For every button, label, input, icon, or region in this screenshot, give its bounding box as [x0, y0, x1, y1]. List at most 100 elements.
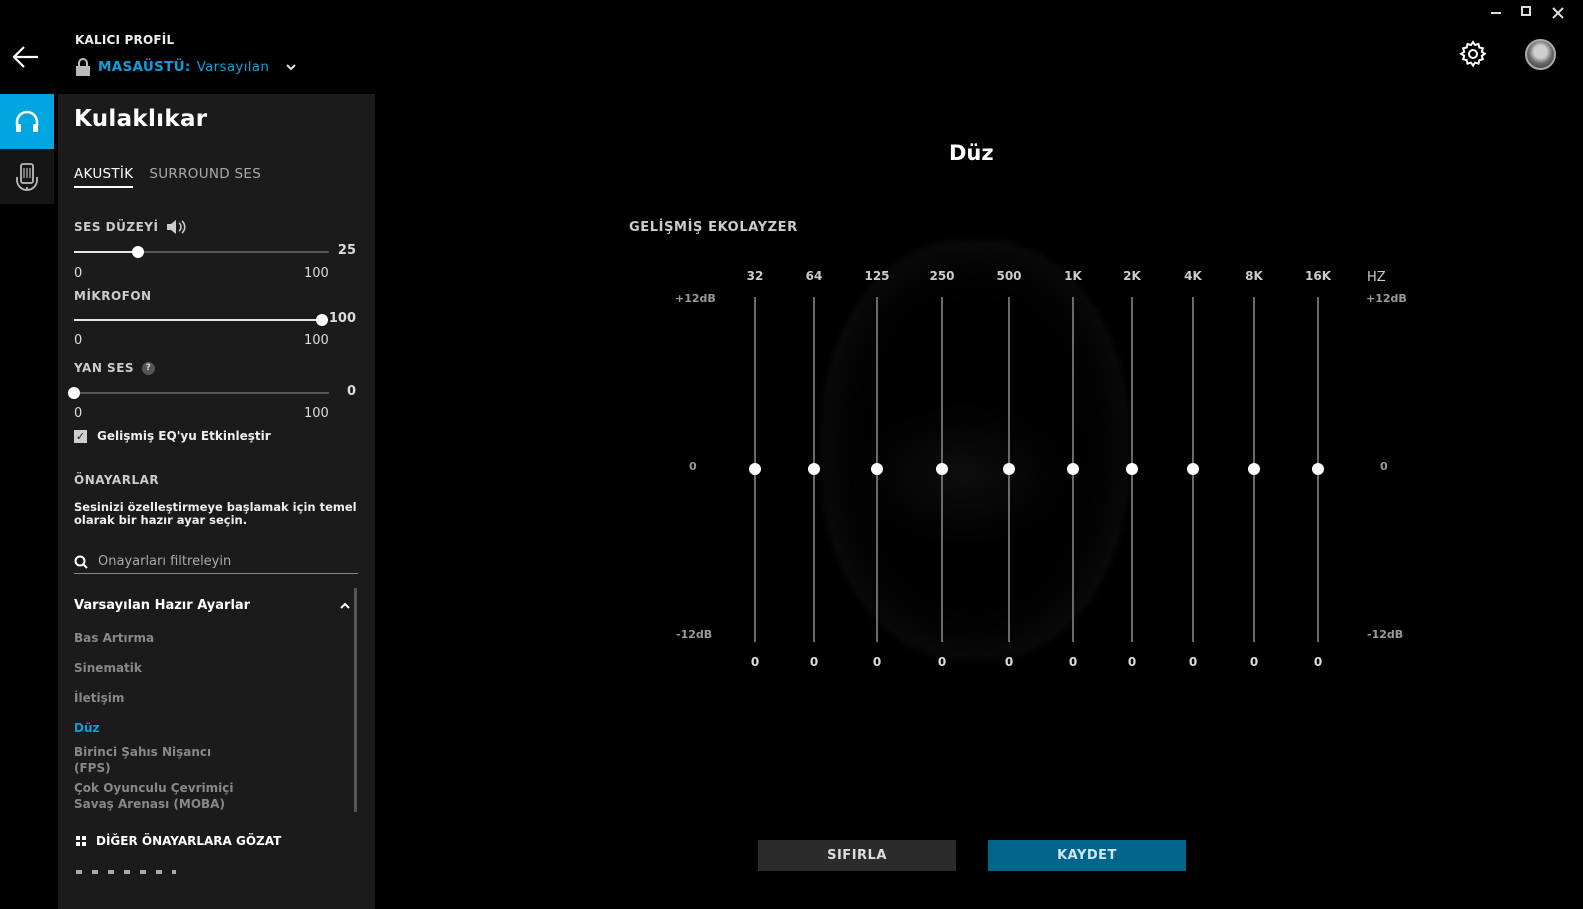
- band-slider-knob[interactable]: [808, 463, 820, 475]
- band-freq-label: 64: [805, 269, 823, 283]
- search-input[interactable]: [98, 554, 338, 569]
- band-freq-label: 8K: [1245, 269, 1263, 283]
- help-icon[interactable]: ?: [142, 361, 156, 375]
- mic-max: 100: [304, 333, 329, 348]
- chevron-up-icon[interactable]: [340, 601, 350, 611]
- band-slider-knob[interactable]: [1126, 463, 1138, 475]
- volume-knob[interactable]: [131, 246, 144, 258]
- band-gain-value: 0: [872, 655, 882, 669]
- window-controls: [1491, 6, 1565, 20]
- sidetone-min: 0: [74, 406, 83, 421]
- preset-item-moba[interactable]: Çok Oyunculu Çevrimiçi Savaş Arenası (MO…: [74, 780, 234, 816]
- advanced-eq-label: Gelişmiş EQ'yu Etkinleştir: [97, 429, 271, 443]
- tab-surround[interactable]: SURROUND SES: [149, 166, 261, 188]
- db-top-right: +12dB: [1366, 292, 1407, 305]
- band-gain-value: 0: [1127, 655, 1137, 669]
- sidetone-label-row: YAN SES ?: [74, 361, 156, 375]
- gear-icon[interactable]: [1459, 40, 1487, 68]
- preset-title: Düz: [949, 141, 994, 165]
- volume-min: 0: [74, 266, 83, 281]
- band-slider-knob[interactable]: [1067, 463, 1079, 475]
- close-icon[interactable]: [1551, 6, 1565, 20]
- sidetone-max: 100: [304, 406, 329, 421]
- band-slider-knob[interactable]: [749, 463, 761, 475]
- grid-icon: [76, 836, 86, 846]
- minimize-icon[interactable]: [1491, 6, 1501, 14]
- band-freq-label: 500: [996, 269, 1022, 283]
- volume-label: SES DÜZEYİ: [74, 220, 159, 234]
- db-mid-right: 0: [1380, 460, 1388, 473]
- profile-selector[interactable]: MASAÜSTÜ: Varsayılan: [74, 58, 297, 76]
- sidetone-value: 0: [346, 384, 356, 399]
- preset-item-communication[interactable]: İletişim: [74, 690, 334, 720]
- headset-watermark-glow: [848, 400, 1078, 550]
- save-button[interactable]: KAYDET: [988, 840, 1186, 871]
- mic-slider[interactable]: [74, 314, 328, 326]
- band-slider-knob[interactable]: [871, 463, 883, 475]
- maximize-icon[interactable]: [1521, 6, 1531, 16]
- band-freq-label: 2K: [1123, 269, 1141, 283]
- speaker-icon[interactable]: [166, 219, 188, 235]
- band-freq-label: 250: [929, 269, 955, 283]
- band-slider-knob[interactable]: [1312, 463, 1324, 475]
- browse-presets-label: DİĞER ÖNAYARLARA GÖZAT: [96, 834, 282, 848]
- db-top-left: +12dB: [675, 292, 716, 305]
- headphones-icon: [15, 110, 39, 132]
- reset-button[interactable]: SIFIRLA: [758, 840, 956, 871]
- band-freq-label: 16K: [1305, 269, 1331, 283]
- band-freq-label: 32: [746, 269, 764, 283]
- chevron-down-icon[interactable]: [285, 61, 297, 73]
- back-arrow-icon[interactable]: [12, 44, 40, 70]
- avatar[interactable]: [1525, 39, 1556, 70]
- band-freq-label: 1K: [1064, 269, 1082, 283]
- mic-knob[interactable]: [316, 314, 328, 326]
- band-gain-value: 0: [809, 655, 819, 669]
- db-bottom-right: -12dB: [1367, 628, 1404, 641]
- sidetone-label: YAN SES: [74, 361, 135, 375]
- preset-group-header[interactable]: Varsayılan Hazır Ayarlar: [74, 598, 350, 613]
- band-freq-label: 4K: [1184, 269, 1202, 283]
- preset-item-flat[interactable]: Düz: [74, 720, 334, 744]
- volume-slider[interactable]: [74, 246, 329, 258]
- preset-search: [74, 550, 358, 574]
- band-gain-value: 0: [1004, 655, 1014, 669]
- volume-value: 25: [337, 243, 356, 258]
- advanced-eq-checkbox[interactable]: ✓: [74, 429, 87, 443]
- sidetone-knob[interactable]: [68, 387, 80, 399]
- mic-value: 100: [328, 311, 356, 326]
- advanced-eq-toggle[interactable]: ✓ Gelişmiş EQ'yu Etkinleştir: [74, 429, 271, 443]
- preset-list: Bas Artırma Sinematik İletişim Düz Birin…: [74, 630, 334, 816]
- mic-label: MİKROFON: [74, 289, 152, 303]
- settings-panel: Kulaklıkar AKUSTİK SURROUND SES SES DÜZE…: [58, 94, 375, 909]
- presets-heading: ÖNAYARLAR: [74, 473, 160, 487]
- mic-fill: [74, 319, 322, 321]
- sidetone-slider[interactable]: [68, 387, 329, 399]
- preset-item-bass-boost[interactable]: Bas Artırma: [74, 630, 334, 660]
- browse-presets-button[interactable]: DİĞER ÖNAYARLARA GÖZAT: [76, 834, 281, 848]
- lock-icon: [74, 58, 92, 76]
- band-freq-label: 125: [864, 269, 890, 283]
- band-slider-knob[interactable]: [1248, 463, 1260, 475]
- nav-headphones[interactable]: [0, 94, 54, 149]
- tab-acoustic[interactable]: AKUSTİK: [74, 166, 134, 188]
- band-slider-knob[interactable]: [1003, 463, 1015, 475]
- cutoff-item: [76, 870, 176, 874]
- search-icon: [74, 555, 88, 569]
- volume-max: 100: [304, 266, 329, 281]
- band-gain-value: 0: [1068, 655, 1078, 669]
- presets-description: Sesinizi özelleştirmeye başlamak için te…: [74, 500, 357, 527]
- mic-min: 0: [74, 333, 83, 348]
- volume-fill: [74, 251, 138, 253]
- band-gain-value: 0: [1249, 655, 1259, 669]
- profile-value: Varsayılan: [196, 59, 270, 75]
- nav-microphone[interactable]: [0, 149, 54, 204]
- preset-item-cinematic[interactable]: Sinematik: [74, 660, 334, 690]
- preset-item-fps[interactable]: Birinci Şahıs Nişancı (FPS): [74, 744, 214, 780]
- volume-label-row: SES DÜZEYİ: [74, 219, 188, 235]
- band-gain-value: 0: [937, 655, 947, 669]
- hz-label: HZ: [1367, 270, 1386, 285]
- band-slider-knob[interactable]: [1187, 463, 1199, 475]
- preset-scrollbar[interactable]: [354, 588, 357, 812]
- band-slider-knob[interactable]: [936, 463, 948, 475]
- band-gain-value: 0: [1313, 655, 1323, 669]
